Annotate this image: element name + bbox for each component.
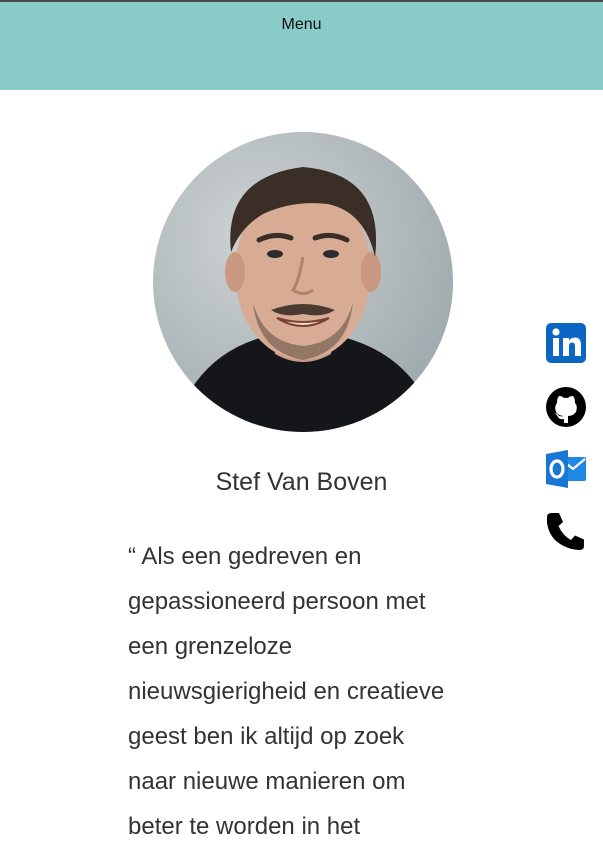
phone-icon (546, 513, 584, 550)
quote-line: nieuwsgierigheid en creatieve (128, 678, 445, 705)
profile-quote: “ Als een gedreven en gepassioneerd pers… (128, 534, 488, 849)
outlook-icon (546, 450, 586, 488)
github-icon (546, 387, 586, 427)
quote-line: gepassioneerd persoon met (128, 588, 426, 615)
quote-line: geest ben ik altijd op zoek (128, 723, 405, 750)
quote-line: “ Als een gedreven en (128, 543, 362, 570)
profile-photo (153, 132, 453, 432)
github-link[interactable] (544, 385, 588, 429)
profile-name: Stef Van Boven (215, 468, 388, 496)
menu-button[interactable]: Menu (0, 16, 603, 34)
quote-line: naar nieuwe manieren om (128, 768, 406, 795)
outlook-link[interactable] (544, 447, 588, 491)
linkedin-link[interactable] (544, 321, 588, 365)
quote-line: een grenzeloze (128, 633, 293, 660)
quote-line: beter te worden in het (128, 813, 361, 840)
header-bar: Menu (0, 2, 603, 90)
avatar (153, 132, 453, 432)
linkedin-icon (546, 323, 586, 363)
phone-link[interactable] (544, 509, 588, 553)
